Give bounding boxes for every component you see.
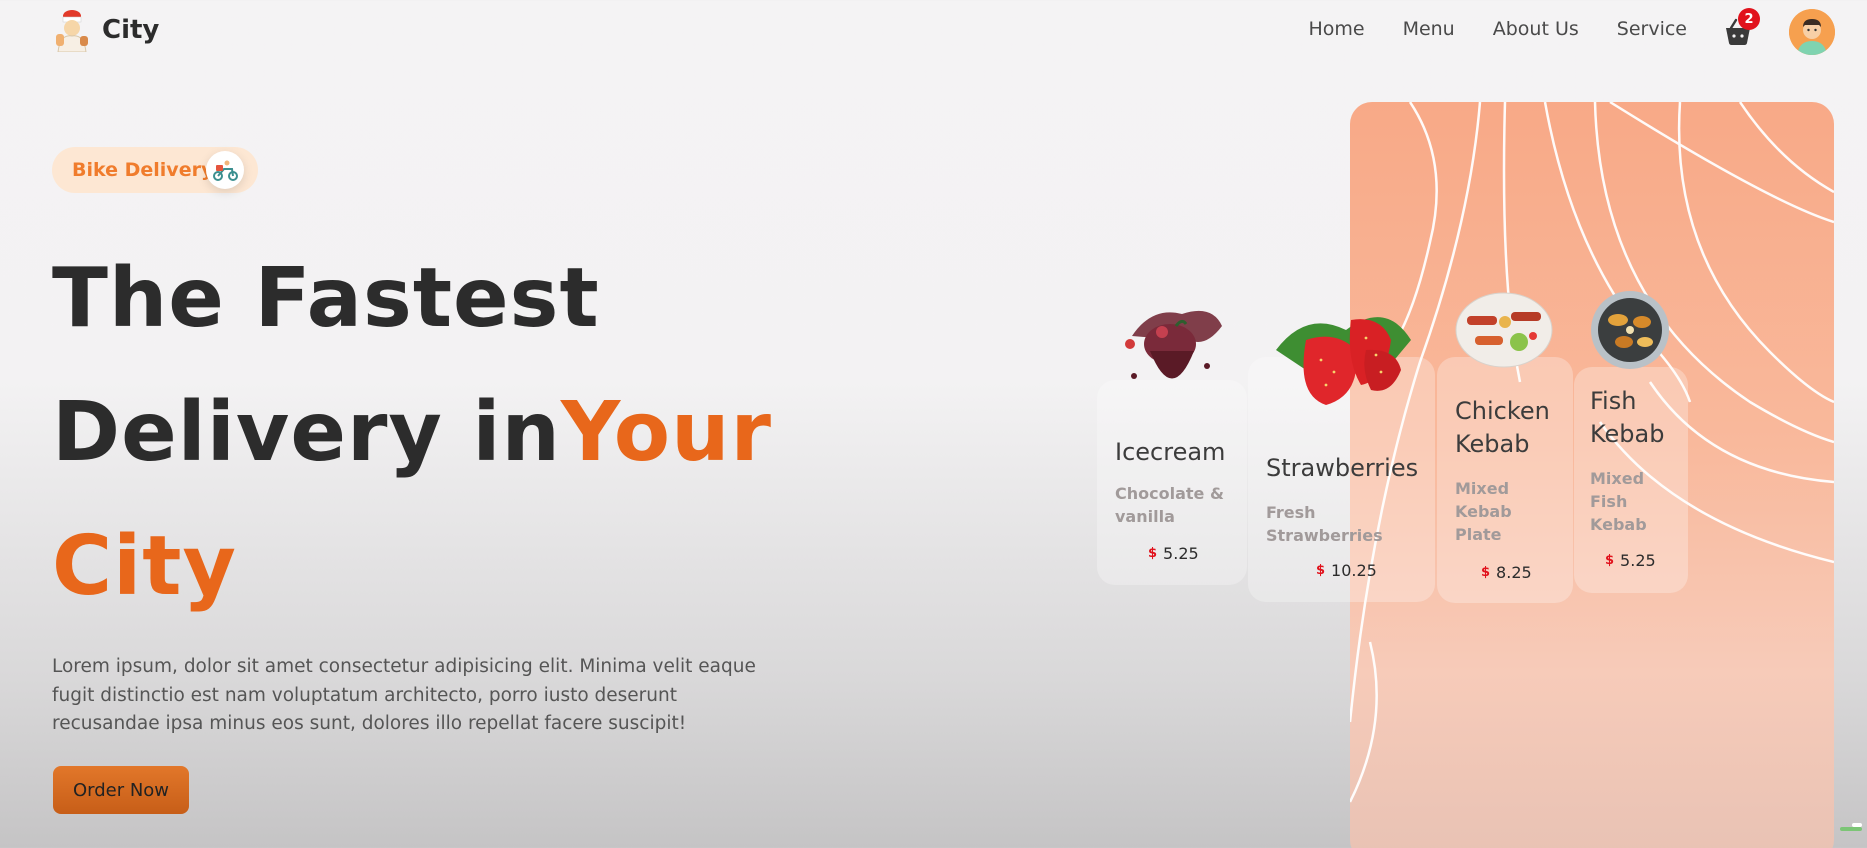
card-description: Chocolate & vanilla (1115, 484, 1224, 526)
price-value: 10.25 (1331, 561, 1377, 580)
currency-symbol: $ (1316, 563, 1326, 578)
avatar-icon (1789, 9, 1835, 55)
card-price: $ 8.25 (1481, 563, 1532, 582)
nav-item-menu[interactable]: Menu (1403, 18, 1455, 40)
card-price: $ 10.25 (1316, 561, 1377, 580)
watermark-icon (1838, 820, 1866, 834)
card-title: Icecream (1115, 438, 1226, 466)
cart-button[interactable]: 2 (1722, 8, 1760, 46)
currency-symbol: $ (1148, 546, 1158, 561)
menu-card-chicken-kebab[interactable]: Chicken Kebab Mixed Kebab Plate $ 8.25 (1437, 357, 1573, 603)
card-title: Chicken Kebab (1455, 397, 1550, 458)
nav-item-about-us[interactable]: About Us (1493, 18, 1579, 40)
price-value: 5.25 (1163, 544, 1199, 563)
brand-name: City (102, 15, 160, 45)
card-description: Mixed Fish Kebab (1590, 469, 1647, 534)
hero-title-line2: Delivery in (52, 385, 561, 480)
price-value: 5.25 (1620, 551, 1656, 570)
brand-logo[interactable]: City (52, 8, 160, 53)
card-title: Strawberries (1266, 454, 1419, 482)
menu-card-fish-kebab[interactable]: Fish Kebab Mixed Fish Kebab $ 5.25 (1574, 367, 1688, 593)
scooter-icon (206, 151, 244, 189)
card-price: $ 5.25 (1148, 544, 1199, 563)
card-description: Fresh Strawberries (1266, 503, 1383, 545)
card-price: $ 5.25 (1605, 551, 1656, 570)
user-avatar[interactable] (1789, 9, 1835, 55)
fish-kebab-image (1590, 290, 1670, 370)
currency-symbol: $ (1605, 553, 1615, 568)
price-value: 8.25 (1496, 563, 1532, 582)
card-title: Fish Kebab (1590, 387, 1665, 448)
strawberries-image (1266, 300, 1416, 410)
nav-item-home[interactable]: Home (1308, 18, 1364, 40)
main-nav: Home Menu About Us Service (1308, 18, 1687, 40)
cart-count-badge: 2 (1738, 8, 1760, 30)
hero-description: Lorem ipsum, dolor sit amet consectetur … (52, 656, 756, 734)
hero-title: The Fastest Delivery inYour City (52, 232, 832, 634)
order-now-button[interactable]: Order Now (53, 766, 189, 814)
icecream-image (1112, 296, 1232, 414)
nav-item-service[interactable]: Service (1617, 18, 1687, 40)
bike-delivery-badge: Bike Delivery (52, 147, 258, 193)
chicken-kebab-image (1455, 292, 1553, 368)
hero-title-accent-city: City (52, 519, 237, 614)
hero-title-line1: The Fastest (52, 251, 600, 346)
currency-symbol: $ (1481, 565, 1491, 580)
chef-logo-icon (52, 8, 92, 53)
site-header: City Home Menu About Us Service 2 (0, 0, 1867, 62)
hero-title-accent-your: Your (560, 385, 772, 480)
card-description: Mixed Kebab Plate (1455, 479, 1512, 544)
badge-label: Bike Delivery (72, 159, 214, 181)
